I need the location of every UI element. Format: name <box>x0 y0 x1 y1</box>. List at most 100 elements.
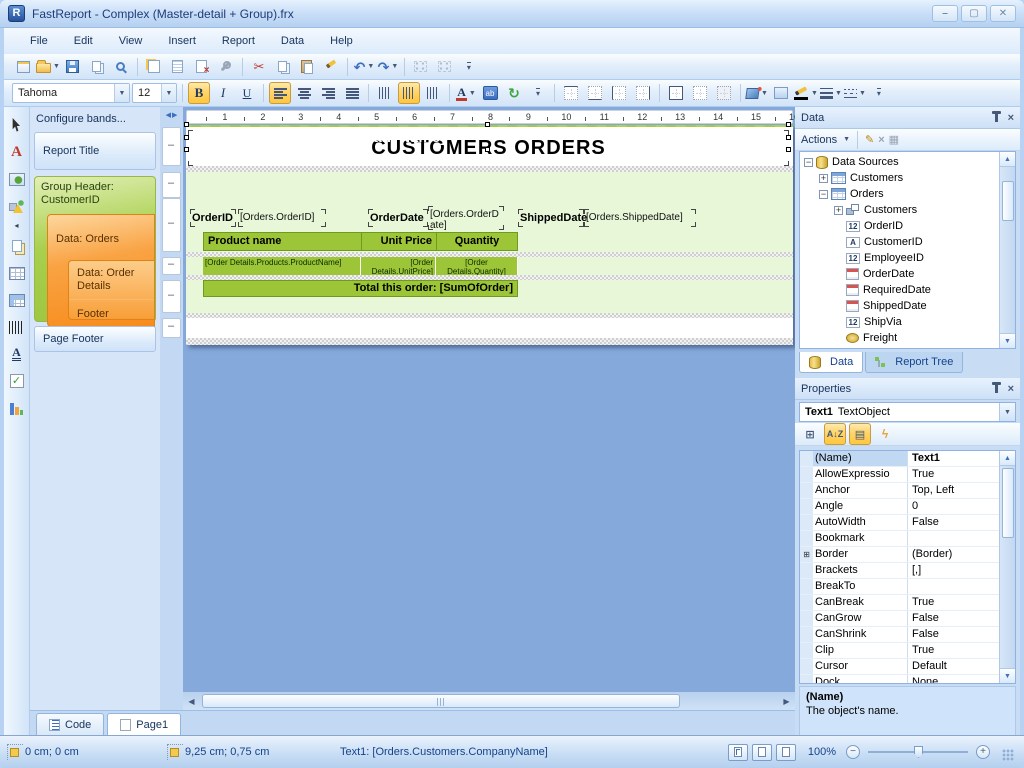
highlight-button[interactable]: ab <box>479 82 501 104</box>
design-canvas[interactable]: 12345678910111213141516 CUSTOMERS ORDERS… <box>183 107 795 692</box>
border-left-button[interactable] <box>608 82 630 104</box>
zoom-out-button[interactable]: − <box>846 745 860 759</box>
redo-button[interactable]: ↷▼ <box>377 56 399 78</box>
property-value[interactable]: True <box>908 643 999 658</box>
group-header-band[interactable]: [Orders.Customers.CompanyName] <box>186 125 793 151</box>
matrix-object-tool[interactable] <box>5 288 29 312</box>
scroll-right-icon[interactable]: ▶ <box>778 693 795 709</box>
categorized-view-button[interactable]: ⊞ <box>799 423 821 445</box>
property-row-cangrow[interactable]: CanGrowFalse <box>800 611 999 627</box>
tree-item-orderid[interactable]: 12OrderID <box>800 218 999 234</box>
table-header-cell[interactable]: Unit Price <box>361 232 436 251</box>
close-button[interactable]: ✕ <box>990 5 1016 22</box>
toolbar-overflow-button[interactable]: ▾ <box>458 56 480 78</box>
zoom-slider-handle[interactable] <box>914 746 923 758</box>
delete-icon[interactable]: × <box>878 134 884 146</box>
menu-report[interactable]: Report <box>210 31 267 51</box>
toolbar-overflow-button[interactable]: ▾ <box>527 82 549 104</box>
tree-item-employeeid[interactable]: 12EmployeeID <box>800 250 999 266</box>
preview-button[interactable] <box>110 56 132 78</box>
report-options-button[interactable] <box>215 56 237 78</box>
border-top-button[interactable] <box>560 82 582 104</box>
property-value[interactable]: Text1 <box>908 451 999 466</box>
pin-icon[interactable] <box>995 385 998 393</box>
tree-item-shipname[interactable]: AShipName <box>800 346 999 348</box>
shippeddate-label[interactable]: ShippedDate <box>518 209 584 227</box>
property-row-anchor[interactable]: AnchorTop, Left <box>800 483 999 499</box>
align-right-button[interactable] <box>317 82 339 104</box>
collapse-icon[interactable]: − <box>804 158 813 167</box>
view-data-icon[interactable]: ▦ <box>889 133 899 146</box>
property-row-border[interactable]: ⊞Border(Border) <box>800 547 999 563</box>
chevron-down-icon[interactable]: ▼ <box>114 84 129 102</box>
expand-icon[interactable]: + <box>819 174 828 183</box>
border-all-button[interactable] <box>665 82 687 104</box>
barcode-object-tool[interactable] <box>5 315 29 339</box>
scrollbar-thumb[interactable] <box>1002 468 1014 538</box>
close-icon[interactable]: × <box>1008 112 1014 124</box>
expand-icon[interactable]: + <box>834 206 843 215</box>
property-value[interactable] <box>908 531 999 546</box>
scroll-down-icon[interactable]: ▼ <box>1000 333 1015 348</box>
actions-menu-button[interactable]: Actions <box>801 134 837 146</box>
line-color-button[interactable]: ▼ <box>794 82 818 104</box>
underline-button[interactable]: U <box>236 82 258 104</box>
property-row-breakto[interactable]: BreakTo <box>800 579 999 595</box>
align-left-button[interactable] <box>269 82 291 104</box>
valign-top-button[interactable] <box>374 82 396 104</box>
tree-item-shippeddate[interactable]: ShippedDate <box>800 298 999 314</box>
valign-center-button[interactable] <box>398 82 420 104</box>
property-row-cursor[interactable]: CursorDefault <box>800 659 999 675</box>
checkbox-object-tool[interactable]: ✓ <box>5 369 29 393</box>
property-value[interactable]: (Border) <box>908 547 999 562</box>
tree-item-orderdate[interactable]: OrderDate <box>800 266 999 282</box>
font-size-select[interactable]: 12 ▼ <box>132 83 177 103</box>
border-bottom-button[interactable] <box>584 82 606 104</box>
table-object-tool[interactable] <box>5 261 29 285</box>
tree-item-freight[interactable]: Freight <box>800 330 999 346</box>
band-height-handle[interactable] <box>162 127 181 166</box>
footer-band[interactable]: Total this order: [SumOfOrder] <box>186 280 793 313</box>
undo-button[interactable]: ↶▼ <box>353 56 375 78</box>
delete-page-button[interactable] <box>191 56 213 78</box>
events-view-button[interactable]: ϟ <box>874 423 896 445</box>
tree-item-customerid[interactable]: ACustomerID <box>800 234 999 250</box>
property-value[interactable]: True <box>908 595 999 610</box>
picture-object-tool[interactable] <box>5 167 29 191</box>
text-object-tool[interactable]: A <box>5 140 29 164</box>
table-data-cell[interactable]: [Order Details.Quantity] <box>436 257 518 275</box>
resize-grip[interactable] <box>1002 749 1014 761</box>
chevron-down-icon[interactable]: ▼ <box>161 84 176 102</box>
view-page-width-button[interactable] <box>752 744 772 761</box>
properties-view-button[interactable]: ▤ <box>849 423 871 445</box>
orderid-expression[interactable]: [Orders.OrderID] <box>238 209 326 227</box>
property-value[interactable]: True <box>908 467 999 482</box>
band-group-header[interactable]: Group Header: CustomerID Data: Orders Da… <box>34 176 156 322</box>
border-right-button[interactable] <box>632 82 654 104</box>
chart-object-tool[interactable] <box>5 396 29 420</box>
line-style-button[interactable]: ▼ <box>844 82 866 104</box>
order-total-text-object[interactable]: Total this order: [SumOfOrder] <box>203 280 518 297</box>
property-value[interactable]: [,] <box>908 563 999 578</box>
selection-handle[interactable] <box>485 122 490 127</box>
scrollbar-thumb[interactable] <box>202 694 680 708</box>
table-data-cell[interactable]: [Order Details.Products.ProductName] <box>203 257 361 275</box>
line-width-button[interactable]: ▼ <box>820 82 842 104</box>
orderdate-expression[interactable]: [Orders.OrderDate] <box>428 206 504 230</box>
copy-button[interactable] <box>272 56 294 78</box>
open-button[interactable]: ▼ <box>36 56 60 78</box>
property-row-dock[interactable]: DockNone <box>800 675 999 683</box>
band-separator[interactable] <box>186 166 793 172</box>
configure-bands-button[interactable]: Configure bands... <box>30 107 160 130</box>
property-row-name[interactable]: (Name)Text1 <box>800 451 999 467</box>
new-page-button[interactable] <box>143 56 165 78</box>
more-objects-button[interactable]: ◂ <box>5 221 29 231</box>
richtext-object-tool[interactable]: A <box>5 342 29 366</box>
text-rotation-button[interactable]: ↻ <box>503 82 525 104</box>
band-height-handle[interactable] <box>162 280 181 313</box>
zoom-in-button[interactable]: + <box>976 745 990 759</box>
property-row-angle[interactable]: Angle0 <box>800 499 999 515</box>
tab-report-tree[interactable]: Report Tree <box>865 352 963 373</box>
tree-item-orders[interactable]: −Orders <box>800 186 999 202</box>
property-value[interactable] <box>908 579 999 594</box>
